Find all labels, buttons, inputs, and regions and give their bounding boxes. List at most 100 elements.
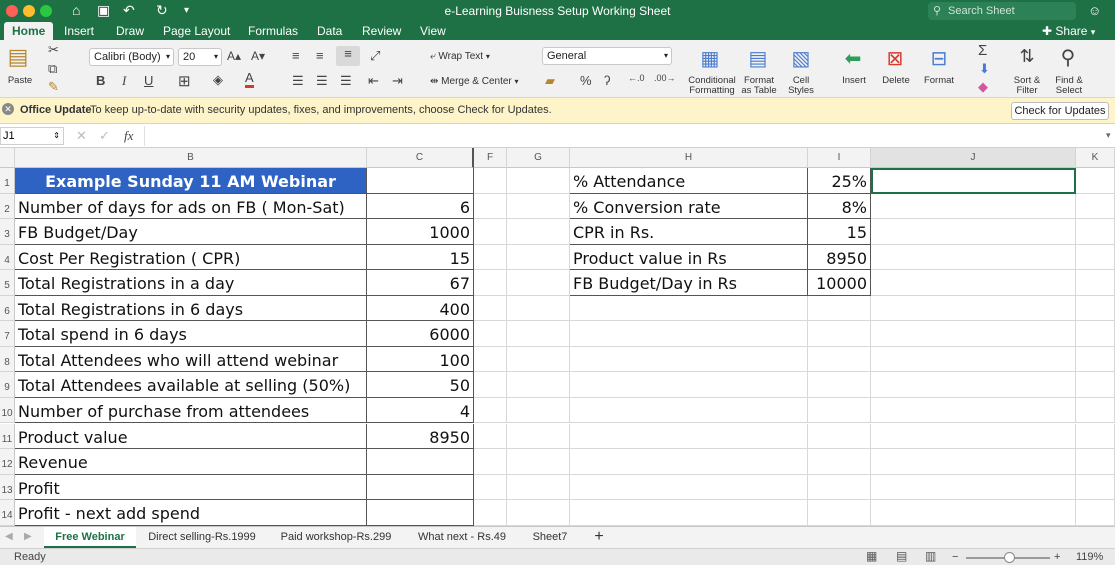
row-header-8[interactable]: 8 <box>0 346 15 373</box>
cell-f14[interactable] <box>474 500 507 526</box>
delete-cells-label[interactable]: Delete <box>876 76 916 86</box>
cell-h11[interactable] <box>570 423 808 450</box>
cell-g5[interactable] <box>507 270 570 296</box>
tab-page-layout[interactable]: Page Layout <box>163 22 230 40</box>
cell-i10[interactable] <box>808 397 871 424</box>
align-left-icon[interactable]: ☰ <box>292 73 304 89</box>
align-bottom-icon[interactable]: ≡ <box>336 46 360 66</box>
previous-sheet-icon[interactable]: ◀ <box>5 531 13 542</box>
cell-k7[interactable] <box>1076 321 1115 347</box>
cell-b7[interactable]: Total spend in 6 days <box>15 321 367 347</box>
expand-formula-icon[interactable]: ▾ <box>1106 130 1111 141</box>
cell-j12[interactable] <box>871 449 1076 475</box>
cell-j3[interactable] <box>871 219 1076 245</box>
align-center-icon[interactable]: ☰ <box>316 73 328 89</box>
paste-icon[interactable]: ▤ <box>7 44 29 72</box>
formula-input[interactable] <box>144 126 1104 146</box>
cell-i8[interactable] <box>808 346 871 373</box>
cell-c9[interactable]: 50 <box>367 372 474 398</box>
cell-f6[interactable] <box>474 295 507 322</box>
cell-c2[interactable]: 6 <box>367 193 474 220</box>
clear-icon[interactable]: ◆ <box>978 79 988 95</box>
column-header-c[interactable]: C <box>367 148 474 168</box>
row-header-2[interactable]: 2 <box>0 193 15 220</box>
zoom-in-button[interactable]: + <box>1054 549 1060 565</box>
cell-c5[interactable]: 67 <box>367 270 474 296</box>
cell-j14[interactable] <box>871 500 1076 526</box>
insert-function-button[interactable]: fx <box>124 128 133 144</box>
align-top-icon[interactable]: ≡ <box>292 48 300 63</box>
zoom-level[interactable]: 119% <box>1076 549 1103 565</box>
column-header-f[interactable]: F <box>474 148 507 168</box>
increase-font-size-icon[interactable]: A▴ <box>227 49 241 63</box>
cell-k11[interactable] <box>1076 423 1115 450</box>
cell-c8[interactable]: 100 <box>367 346 474 373</box>
normal-view-icon[interactable]: ▦ <box>866 548 877 564</box>
merge-center-button[interactable]: ⇹ Merge & Center ▾ <box>430 76 519 87</box>
cell-c3[interactable]: 1000 <box>367 219 474 245</box>
share-button[interactable]: ✚ Share ▾ <box>1042 22 1095 41</box>
next-sheet-icon[interactable]: ▶ <box>24 531 32 542</box>
increase-decimal-icon[interactable]: ←.0 <box>628 73 645 83</box>
cell-f9[interactable] <box>474 372 507 398</box>
cell-h2[interactable]: % Conversion rate <box>570 193 808 220</box>
cell-g14[interactable] <box>507 500 570 526</box>
row-header-3[interactable]: 3 <box>0 219 15 245</box>
fill-color-icon[interactable]: ◈ <box>213 72 223 88</box>
cell-c7[interactable]: 6000 <box>367 321 474 347</box>
format-as-table-button[interactable]: Format as Table <box>738 76 780 96</box>
conditional-formatting-button[interactable]: Conditional Formatting <box>684 76 740 96</box>
cell-f1[interactable] <box>474 168 507 194</box>
sort-filter-button[interactable]: Sort & Filter <box>1008 76 1046 96</box>
cell-f7[interactable] <box>474 321 507 347</box>
sheet-tab-free-webinar[interactable]: Free Webinar <box>44 527 136 548</box>
cell-i3[interactable]: 15 <box>808 219 871 245</box>
wrap-text-button[interactable]: ⤶ Wrap Text ▾ <box>430 51 490 62</box>
decrease-indent-icon[interactable]: ⇤ <box>368 73 379 89</box>
column-header-g[interactable]: G <box>507 148 570 168</box>
cell-c13[interactable] <box>367 474 474 501</box>
cell-i2[interactable]: 8% <box>808 193 871 220</box>
row-header-7[interactable]: 7 <box>0 321 15 347</box>
cell-b13[interactable]: Profit <box>15 474 367 501</box>
cancel-entry-icon[interactable]: ✕ <box>76 128 87 144</box>
autosum-icon[interactable]: Σ <box>978 42 987 59</box>
sheet-tab-what-next[interactable]: What next - Rs.49 <box>408 527 516 548</box>
cell-c12[interactable] <box>367 449 474 475</box>
cell-g3[interactable] <box>507 219 570 245</box>
column-header-k[interactable]: K <box>1076 148 1115 168</box>
tab-review[interactable]: Review <box>362 22 401 40</box>
page-layout-view-icon[interactable]: ▤ <box>896 548 907 564</box>
fill-icon[interactable]: ⬇ <box>979 61 990 77</box>
cell-g1[interactable] <box>507 168 570 194</box>
confirm-entry-icon[interactable]: ✓ <box>99 128 110 144</box>
column-header-i[interactable]: I <box>808 148 871 168</box>
underline-button[interactable]: U <box>144 73 153 88</box>
row-header-6[interactable]: 6 <box>0 295 15 322</box>
cell-b3[interactable]: FB Budget/Day <box>15 219 367 245</box>
copy-icon[interactable]: ⧉ <box>48 61 57 77</box>
cell-g7[interactable] <box>507 321 570 347</box>
cell-j2[interactable] <box>871 193 1076 220</box>
cell-h5[interactable]: FB Budget/Day in Rs <box>570 270 808 296</box>
cell-h7[interactable] <box>570 321 808 347</box>
font-name-select[interactable]: Calibri (Body) ▾ <box>89 48 174 66</box>
cell-k9[interactable] <box>1076 372 1115 398</box>
cell-i1[interactable]: 25% <box>808 168 871 194</box>
cell-k5[interactable] <box>1076 270 1115 296</box>
cell-j7[interactable] <box>871 321 1076 347</box>
zoom-out-button[interactable]: − <box>952 549 958 565</box>
cell-k13[interactable] <box>1076 474 1115 501</box>
percent-style-button[interactable]: % <box>580 73 592 88</box>
cell-k2[interactable] <box>1076 193 1115 220</box>
cell-g12[interactable] <box>507 449 570 475</box>
cell-f5[interactable] <box>474 270 507 296</box>
search-sheet-input[interactable]: ⚲ Search Sheet <box>928 2 1076 20</box>
row-header-14[interactable]: 14 <box>0 500 15 526</box>
orientation-icon[interactable]: ⤢ <box>370 48 380 64</box>
borders-icon[interactable]: ⊞ <box>178 72 191 90</box>
decrease-decimal-icon[interactable]: .00→ <box>654 73 676 83</box>
row-header-13[interactable]: 13 <box>0 474 15 501</box>
row-header-12[interactable]: 12 <box>0 449 15 475</box>
cell-f13[interactable] <box>474 474 507 501</box>
